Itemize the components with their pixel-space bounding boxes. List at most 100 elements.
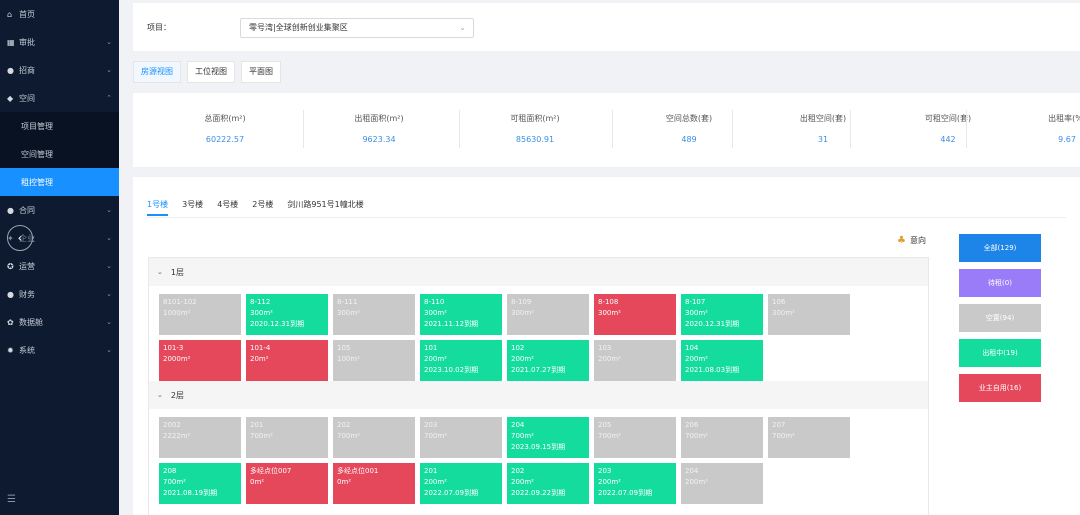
stat-value: 9623.34 <box>362 135 396 144</box>
room-card[interactable]: 8-109 300m² <box>507 294 589 335</box>
stat-value: 31 <box>817 135 829 144</box>
view-tab-1[interactable]: 工位视图 <box>187 61 235 83</box>
room-area: 0m² <box>337 478 352 486</box>
building-panel: 1号楼 3号楼 4号楼 2号楼 剑川路951号1幢北楼 ♣ 意向 ⌄ 1层 8101-102… <box>133 177 1080 515</box>
filter-button-0[interactable]: 全部(129) <box>959 234 1041 262</box>
sidebar-item-4[interactable]: ● 合同 ⌄ <box>0 196 119 224</box>
room-area: 200m² <box>424 355 447 363</box>
room-card[interactable]: 2002 2222m² <box>159 417 241 458</box>
room-card[interactable]: 102 200m² 2021.07.27到期 <box>507 340 589 381</box>
room-card[interactable]: 8101-102 1000m² <box>159 294 241 335</box>
room-number: 8-112 <box>250 298 271 306</box>
room-card[interactable]: 8-110 300m² 2021.11.12到期 <box>420 294 502 335</box>
room-card[interactable]: 多经点位001 0m² <box>333 463 415 504</box>
room-number: 204 <box>685 467 699 475</box>
room-card[interactable]: 205 700m² <box>594 417 676 458</box>
sidebar-item-6[interactable]: ✪ 运营 ⌄ <box>0 252 119 280</box>
filter-button-3[interactable]: 出租中(19) <box>959 339 1041 367</box>
chevron-down-icon: ⌄ <box>106 234 112 242</box>
room-card[interactable]: 207 700m² <box>768 417 850 458</box>
sidebar-item-3[interactable]: ◆ 空间 ⌃ <box>0 84 119 112</box>
stat-item: 空间总数(套) 489 <box>629 113 749 144</box>
room-card[interactable]: 105 100m² <box>333 340 415 381</box>
stat-title: 总面积(m²) <box>204 114 246 123</box>
room-expiry: 2020.12.31到期 <box>685 320 740 328</box>
filter-button-1[interactable]: 待租(0) <box>959 269 1041 297</box>
building-tab-0[interactable]: 1号楼 <box>147 199 169 216</box>
room-expiry: 2022.09.22到期 <box>511 489 566 497</box>
project-label: 项目： <box>147 23 171 32</box>
sidebar-item-1[interactable]: ▦ 审批 ⌄ <box>0 28 119 56</box>
floor-header[interactable]: ⌄ 1层 <box>149 258 928 286</box>
system-icon: ✹ <box>7 345 14 355</box>
room-card[interactable]: 8-108 300m² <box>594 294 676 335</box>
room-card[interactable]: 203 200m² 2022.07.09到期 <box>594 463 676 504</box>
view-tab-0[interactable]: 房源视图 <box>133 61 181 83</box>
room-area: 100m² <box>337 355 360 363</box>
room-area: 200m² <box>511 355 534 363</box>
room-card[interactable]: 201 700m² <box>246 417 328 458</box>
sidebar-subitem-0[interactable]: 项目管理 <box>0 112 119 140</box>
chevron-left-icon: ‹ <box>17 231 23 245</box>
room-card[interactable]: 206 700m² <box>681 417 763 458</box>
room-card[interactable]: 202 700m² <box>333 417 415 458</box>
chevron-down-icon: ⌄ <box>157 391 163 399</box>
room-expiry: 2021.08.19到期 <box>163 489 218 497</box>
sidebar-item-label: 系统 <box>19 345 35 355</box>
room-card[interactable]: 101 200m² 2023.10.02到期 <box>420 340 502 381</box>
room-card[interactable]: 8-111 300m² <box>333 294 415 335</box>
room-card[interactable]: 8-112 300m² 2020.12.31到期 <box>246 294 328 335</box>
room-number: 105 <box>337 344 351 352</box>
room-expiry: 2022.07.09到期 <box>598 489 653 497</box>
room-card[interactable]: 8-107 300m² 2020.12.31到期 <box>681 294 763 335</box>
room-area: 300m² <box>511 309 534 317</box>
room-card[interactable]: 203 700m² <box>420 417 502 458</box>
room-area: 200m² <box>685 355 708 363</box>
room-area: 200m² <box>685 478 708 486</box>
sidebar-item-8[interactable]: ✿ 数据舱 ⌄ <box>0 308 119 336</box>
room-number: 203 <box>598 467 612 475</box>
room-card[interactable]: 202 200m² 2022.09.22到期 <box>507 463 589 504</box>
operation-icon: ✪ <box>7 261 14 271</box>
room-area: 300m² <box>598 309 621 317</box>
main-content: 项目： 零号湾|全球创新创业集聚区 ⌄ 房源视图 工位视图 平面图 总面积(m²) 6… <box>119 0 1080 515</box>
sidebar-item-0[interactable]: ⌂ 首页 <box>0 0 119 28</box>
sidebar-subitem-2[interactable]: 租控管理 <box>0 168 119 196</box>
person-icon: ● <box>7 65 14 75</box>
floor-header[interactable]: ⌄ 2层 <box>149 381 928 409</box>
room-number: 2002 <box>163 421 181 429</box>
filter-button-2[interactable]: 空置(94) <box>959 304 1041 332</box>
room-card[interactable]: 多经点位007 0m² <box>246 463 328 504</box>
intent-icon: ♣ <box>897 235 906 246</box>
sidebar-item-7[interactable]: ● 财务 ⌄ <box>0 280 119 308</box>
view-tab-2[interactable]: 平面图 <box>241 61 281 83</box>
room-card[interactable]: 204 200m² <box>681 463 763 504</box>
filter-button-4[interactable]: 业主自用(16) <box>959 374 1041 402</box>
room-card[interactable]: 104 200m² 2021.08.03到期 <box>681 340 763 381</box>
stat-divider <box>459 110 460 148</box>
room-area: 300m² <box>250 309 273 317</box>
sidebar-item-2[interactable]: ● 招商 ⌄ <box>0 56 119 84</box>
room-card[interactable]: 101-3 2000m² <box>159 340 241 381</box>
sidebar-item-label: 运营 <box>19 261 35 271</box>
room-area: 300m² <box>772 309 795 317</box>
sidebar-item-9[interactable]: ✹ 系统 ⌄ <box>0 336 119 364</box>
room-card[interactable]: 101-4 20m² <box>246 340 328 381</box>
room-number: 208 <box>163 467 177 475</box>
room-area: 700m² <box>337 432 360 440</box>
collapse-sidebar-button[interactable]: ‹ <box>7 225 33 251</box>
room-card[interactable]: 208 700m² 2021.08.19到期 <box>159 463 241 504</box>
building-tab-2[interactable]: 4号楼 <box>217 199 238 216</box>
menu-toggle-icon[interactable]: ☰ <box>7 494 16 505</box>
room-card[interactable]: 204 700m² 2023.09.15到期 <box>507 417 589 458</box>
building-tab-1[interactable]: 3号楼 <box>182 199 203 216</box>
building-tab-3[interactable]: 2号楼 <box>252 199 273 216</box>
contract-icon: ● <box>7 205 14 215</box>
room-card[interactable]: 201 200m² 2022.07.09到期 <box>420 463 502 504</box>
building-tab-4[interactable]: 剑川路951号1幢北楼 <box>287 199 363 216</box>
sidebar-subitem-1[interactable]: 空间管理 <box>0 140 119 168</box>
room-card[interactable]: 106 300m² <box>768 294 850 335</box>
project-select[interactable]: 零号湾|全球创新创业集聚区 ⌄ <box>240 18 474 38</box>
room-card[interactable]: 103 200m² <box>594 340 676 381</box>
room-number: 101-4 <box>250 344 271 352</box>
